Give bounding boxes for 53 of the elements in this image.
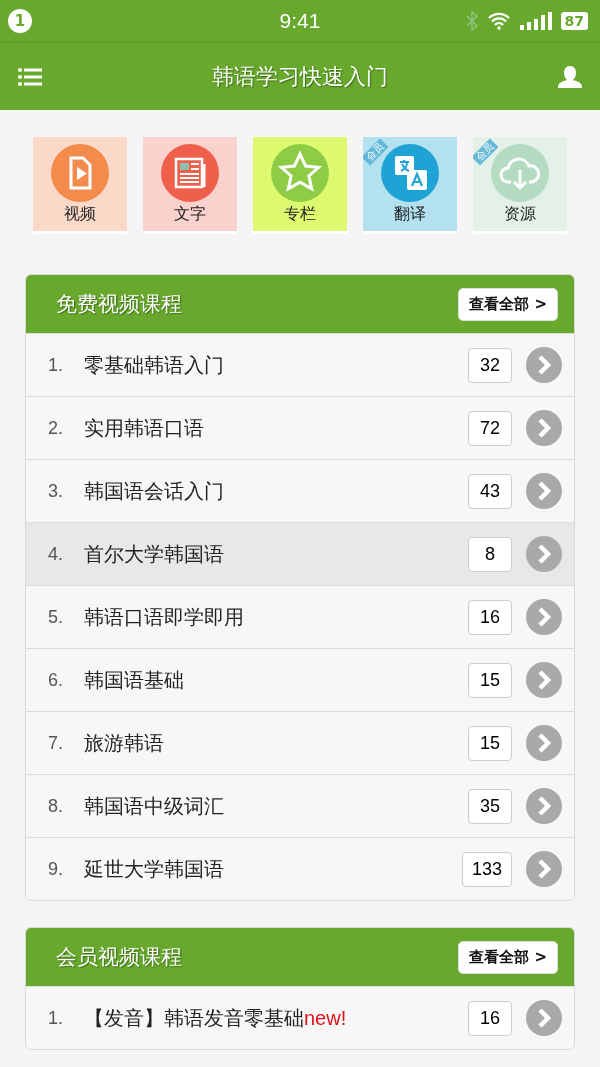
row-number: 1.: [48, 1007, 64, 1029]
row-number: 8.: [48, 795, 64, 817]
category-tile[interactable]: 会员 翻译: [363, 137, 457, 234]
course-row[interactable]: 4. 首尔大学韩国语 8: [26, 522, 574, 585]
lesson-count: 32: [468, 347, 512, 383]
view-all-button[interactable]: 查看全部 >: [458, 940, 558, 974]
lesson-count: 72: [468, 410, 512, 446]
row-number: 5.: [48, 606, 64, 628]
lesson-count: 16: [468, 599, 512, 635]
clock: 9:41: [278, 9, 322, 33]
app-title: 韩语学习快速入门: [211, 62, 389, 91]
course-title: 韩国语会话入门: [84, 477, 225, 505]
category-tile[interactable]: 专栏: [253, 137, 347, 234]
tile-label: 翻译: [394, 203, 426, 225]
tile-label: 专栏: [284, 203, 316, 225]
course-title: 首尔大学韩国语: [84, 540, 225, 568]
row-number: 7.: [48, 732, 64, 754]
battery-level: 87: [560, 12, 588, 30]
lesson-count: 16: [468, 1000, 512, 1036]
course-title: 【发音】韩语发音零基础new!: [84, 1004, 348, 1032]
member-ribbon: 会员: [363, 138, 389, 166]
course-row[interactable]: 1. 【发音】韩语发音零基础new! 16: [26, 986, 574, 1049]
course-title: 韩国语基础: [84, 666, 185, 694]
lesson-count: 8: [468, 536, 512, 572]
tile-label: 视频: [64, 203, 96, 225]
course-title: 零基础韩语入门: [84, 351, 225, 379]
lesson-count: 35: [468, 788, 512, 824]
row-number: 1.: [48, 354, 64, 376]
lesson-count: 15: [468, 725, 512, 761]
category-tile[interactable]: 视频: [33, 137, 127, 234]
course-title: 韩语口语即学即用: [84, 603, 245, 631]
course-row[interactable]: 9. 延世大学韩国语 133: [26, 837, 574, 900]
tile-label: 文字: [174, 203, 206, 225]
row-number: 6.: [48, 669, 64, 691]
category-tile[interactable]: 会员 资源: [473, 137, 567, 234]
row-number: 9.: [48, 858, 64, 880]
course-title: 旅游韩语: [84, 729, 165, 757]
section-title: 免费视频课程: [56, 291, 183, 318]
row-number: 2.: [48, 417, 64, 439]
course-title: 韩国语中级词汇: [84, 792, 225, 820]
lesson-count: 133: [461, 851, 512, 887]
lesson-count: 43: [468, 473, 512, 509]
course-title: 实用韩语口语: [84, 414, 205, 442]
tile-label: 资源: [504, 203, 536, 225]
view-all-button[interactable]: 查看全部 >: [458, 287, 558, 321]
notification-badge: 1: [8, 9, 32, 33]
section-title: 会员视频课程: [56, 944, 183, 971]
member-ribbon: 会员: [473, 138, 499, 166]
lesson-count: 15: [468, 662, 512, 698]
row-number: 4.: [48, 543, 64, 565]
row-number: 3.: [48, 480, 64, 502]
course-title: 延世大学韩国语: [84, 855, 225, 883]
category-tile[interactable]: 文字: [143, 137, 237, 234]
